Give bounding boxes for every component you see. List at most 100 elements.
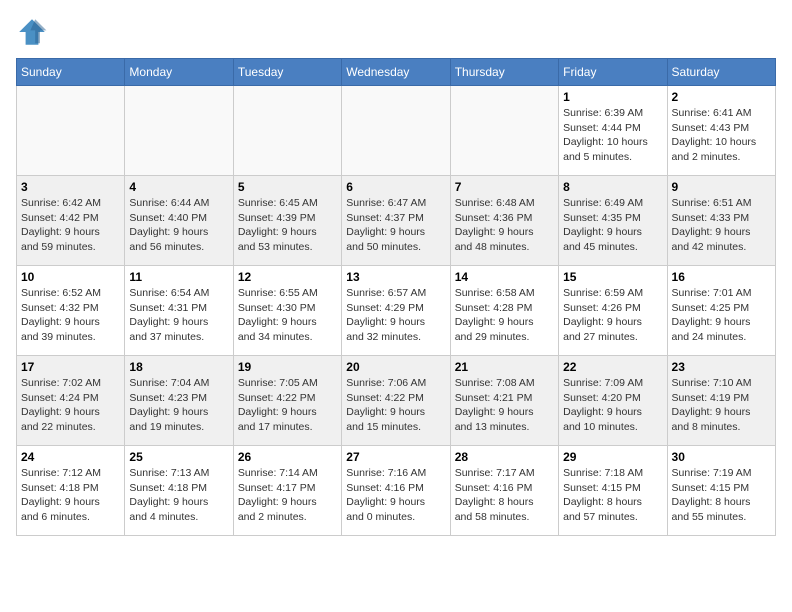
day-info: Sunrise: 6:51 AM Sunset: 4:33 PM Dayligh…	[672, 196, 771, 255]
day-info: Sunrise: 7:18 AM Sunset: 4:15 PM Dayligh…	[563, 466, 662, 525]
day-info: Sunrise: 6:45 AM Sunset: 4:39 PM Dayligh…	[238, 196, 337, 255]
day-cell: 23 Sunrise: 7:10 AM Sunset: 4:19 PM Dayli…	[667, 356, 775, 446]
day-info: Sunrise: 7:02 AM Sunset: 4:24 PM Dayligh…	[21, 376, 120, 435]
day-cell: 24 Sunrise: 7:12 AM Sunset: 4:18 PM Dayli…	[17, 446, 125, 536]
day-cell: 1 Sunrise: 6:39 AM Sunset: 4:44 PM Daylig…	[559, 86, 667, 176]
day-number: 3	[21, 180, 120, 194]
day-cell: 19Sunrise: 7:05 AM Sunset: 4:22 PM Dayli…	[233, 356, 341, 446]
day-cell: 12 Sunrise: 6:55 AM Sunset: 4:30 PM Dayli…	[233, 266, 341, 356]
day-number: 14	[455, 270, 554, 284]
day-number: 8	[563, 180, 662, 194]
day-number: 12	[238, 270, 337, 284]
day-cell: 15 Sunrise: 6:59 AM Sunset: 4:26 PM Dayli…	[559, 266, 667, 356]
calendar-table: SundayMondayTuesdayWednesdayThursdayFrid…	[16, 58, 776, 536]
day-number: 7	[455, 180, 554, 194]
day-cell: 13 Sunrise: 6:57 AM Sunset: 4:29 PM Dayli…	[342, 266, 450, 356]
week-row-0: 1 Sunrise: 6:39 AM Sunset: 4:44 PM Daylig…	[17, 86, 776, 176]
week-row-2: 10Sunrise: 6:52 AM Sunset: 4:32 PM Dayli…	[17, 266, 776, 356]
day-info: Sunrise: 7:13 AM Sunset: 4:18 PM Dayligh…	[129, 466, 228, 525]
weekday-header-row: SundayMondayTuesdayWednesdayThursdayFrid…	[17, 59, 776, 86]
day-number: 23	[672, 360, 771, 374]
day-number: 15	[563, 270, 662, 284]
day-cell: 3 Sunrise: 6:42 AM Sunset: 4:42 PM Daylig…	[17, 176, 125, 266]
day-number: 9	[672, 180, 771, 194]
logo-icon	[16, 16, 48, 48]
day-info: Sunrise: 6:49 AM Sunset: 4:35 PM Dayligh…	[563, 196, 662, 255]
day-number: 26	[238, 450, 337, 464]
day-number: 11	[129, 270, 228, 284]
day-info: Sunrise: 6:39 AM Sunset: 4:44 PM Dayligh…	[563, 106, 662, 165]
weekday-header-thursday: Thursday	[450, 59, 558, 86]
weekday-header-saturday: Saturday	[667, 59, 775, 86]
day-number: 18	[129, 360, 228, 374]
week-row-1: 3 Sunrise: 6:42 AM Sunset: 4:42 PM Daylig…	[17, 176, 776, 266]
day-info: Sunrise: 6:54 AM Sunset: 4:31 PM Dayligh…	[129, 286, 228, 345]
day-cell: 16 Sunrise: 7:01 AM Sunset: 4:25 PM Dayli…	[667, 266, 775, 356]
day-info: Sunrise: 7:09 AM Sunset: 4:20 PM Dayligh…	[563, 376, 662, 435]
day-cell: 4 Sunrise: 6:44 AM Sunset: 4:40 PM Daylig…	[125, 176, 233, 266]
day-info: Sunrise: 7:10 AM Sunset: 4:19 PM Dayligh…	[672, 376, 771, 435]
week-row-4: 24 Sunrise: 7:12 AM Sunset: 4:18 PM Dayli…	[17, 446, 776, 536]
day-cell: 21 Sunrise: 7:08 AM Sunset: 4:21 PM Dayli…	[450, 356, 558, 446]
weekday-header-monday: Monday	[125, 59, 233, 86]
day-cell: 17 Sunrise: 7:02 AM Sunset: 4:24 PM Dayli…	[17, 356, 125, 446]
day-cell: 20Sunrise: 7:06 AM Sunset: 4:22 PM Dayli…	[342, 356, 450, 446]
day-info: Sunrise: 6:47 AM Sunset: 4:37 PM Dayligh…	[346, 196, 445, 255]
logo	[16, 16, 52, 48]
day-info: Sunrise: 6:58 AM Sunset: 4:28 PM Dayligh…	[455, 286, 554, 345]
day-info: Sunrise: 7:12 AM Sunset: 4:18 PM Dayligh…	[21, 466, 120, 525]
day-number: 16	[672, 270, 771, 284]
day-number: 5	[238, 180, 337, 194]
day-cell: 14 Sunrise: 6:58 AM Sunset: 4:28 PM Dayli…	[450, 266, 558, 356]
day-info: Sunrise: 6:44 AM Sunset: 4:40 PM Dayligh…	[129, 196, 228, 255]
day-cell	[125, 86, 233, 176]
day-cell: 5 Sunrise: 6:45 AM Sunset: 4:39 PM Daylig…	[233, 176, 341, 266]
day-number: 28	[455, 450, 554, 464]
day-cell: 27Sunrise: 7:16 AM Sunset: 4:16 PM Dayli…	[342, 446, 450, 536]
day-number: 1	[563, 90, 662, 104]
day-cell	[342, 86, 450, 176]
day-cell	[450, 86, 558, 176]
day-cell: 18 Sunrise: 7:04 AM Sunset: 4:23 PM Dayli…	[125, 356, 233, 446]
day-cell: 22 Sunrise: 7:09 AM Sunset: 4:20 PM Dayli…	[559, 356, 667, 446]
day-cell: 6 Sunrise: 6:47 AM Sunset: 4:37 PM Daylig…	[342, 176, 450, 266]
day-info: Sunrise: 7:01 AM Sunset: 4:25 PM Dayligh…	[672, 286, 771, 345]
day-info: Sunrise: 7:08 AM Sunset: 4:21 PM Dayligh…	[455, 376, 554, 435]
day-cell: 2Sunrise: 6:41 AM Sunset: 4:43 PM Daylig…	[667, 86, 775, 176]
day-cell: 9 Sunrise: 6:51 AM Sunset: 4:33 PM Daylig…	[667, 176, 775, 266]
day-cell	[17, 86, 125, 176]
day-cell: 7 Sunrise: 6:48 AM Sunset: 4:36 PM Daylig…	[450, 176, 558, 266]
day-cell: 25 Sunrise: 7:13 AM Sunset: 4:18 PM Dayli…	[125, 446, 233, 536]
day-info: Sunrise: 7:17 AM Sunset: 4:16 PM Dayligh…	[455, 466, 554, 525]
weekday-header-sunday: Sunday	[17, 59, 125, 86]
day-number: 29	[563, 450, 662, 464]
page-header	[16, 16, 776, 48]
day-info: Sunrise: 7:14 AM Sunset: 4:17 PM Dayligh…	[238, 466, 337, 525]
day-cell: 8 Sunrise: 6:49 AM Sunset: 4:35 PM Daylig…	[559, 176, 667, 266]
day-info: Sunrise: 7:19 AM Sunset: 4:15 PM Dayligh…	[672, 466, 771, 525]
day-info: Sunrise: 6:52 AM Sunset: 4:32 PM Dayligh…	[21, 286, 120, 345]
day-info: Sunrise: 6:41 AM Sunset: 4:43 PM Dayligh…	[672, 106, 771, 165]
day-number: 21	[455, 360, 554, 374]
day-cell: 30 Sunrise: 7:19 AM Sunset: 4:15 PM Dayli…	[667, 446, 775, 536]
day-number: 4	[129, 180, 228, 194]
day-info: Sunrise: 6:59 AM Sunset: 4:26 PM Dayligh…	[563, 286, 662, 345]
day-info: Sunrise: 6:48 AM Sunset: 4:36 PM Dayligh…	[455, 196, 554, 255]
day-cell: 11 Sunrise: 6:54 AM Sunset: 4:31 PM Dayli…	[125, 266, 233, 356]
weekday-header-friday: Friday	[559, 59, 667, 86]
day-info: Sunrise: 6:55 AM Sunset: 4:30 PM Dayligh…	[238, 286, 337, 345]
day-cell: 28 Sunrise: 7:17 AM Sunset: 4:16 PM Dayli…	[450, 446, 558, 536]
day-number: 30	[672, 450, 771, 464]
day-info: Sunrise: 7:04 AM Sunset: 4:23 PM Dayligh…	[129, 376, 228, 435]
day-cell: 26 Sunrise: 7:14 AM Sunset: 4:17 PM Dayli…	[233, 446, 341, 536]
day-number: 24	[21, 450, 120, 464]
day-info: Sunrise: 6:42 AM Sunset: 4:42 PM Dayligh…	[21, 196, 120, 255]
weekday-header-wednesday: Wednesday	[342, 59, 450, 86]
day-cell	[233, 86, 341, 176]
day-number: 13	[346, 270, 445, 284]
day-number: 17	[21, 360, 120, 374]
day-info: Sunrise: 6:57 AM Sunset: 4:29 PM Dayligh…	[346, 286, 445, 345]
day-number: 25	[129, 450, 228, 464]
day-number: 6	[346, 180, 445, 194]
day-number: 22	[563, 360, 662, 374]
